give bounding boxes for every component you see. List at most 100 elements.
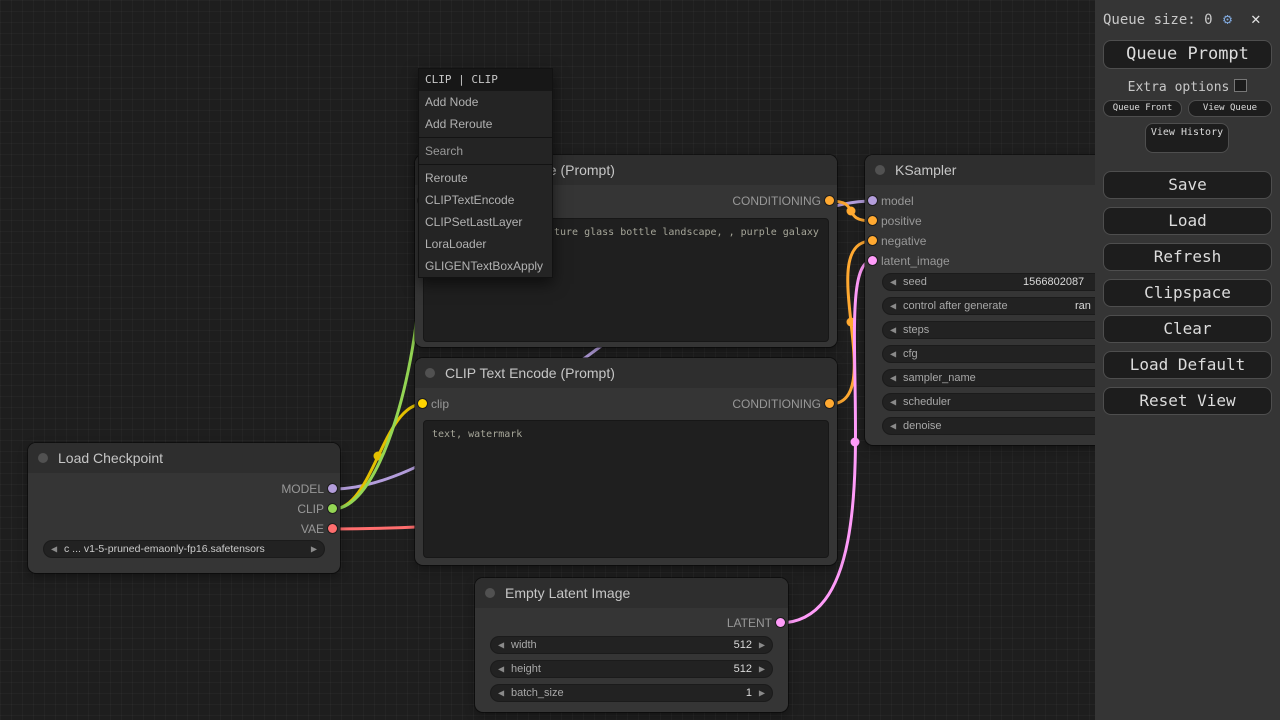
slot-label: clip [431,397,449,411]
slot-row: clip CONDITIONING [415,394,837,414]
node-title: CLIP Text Encode (Prompt) [445,365,615,381]
node-title-bar[interactable]: CLIP Text Encode (Prompt) [415,358,837,388]
close-sidebar-icon[interactable]: ✕ [1251,9,1261,28]
view-history-button[interactable]: View History [1145,123,1229,153]
increment-arrow-icon[interactable]: ▶ [759,689,765,698]
slot-label: CONDITIONING [732,194,821,208]
decrement-arrow-icon[interactable]: ◀ [890,302,896,311]
collapse-dot-icon[interactable] [875,165,885,175]
slot-row: MODEL [28,479,340,499]
height-widget[interactable]: ◀ height 512 ▶ [491,661,772,677]
widget-label: control after generate [903,300,1008,312]
negative-prompt-textarea[interactable]: text, watermark [423,420,829,558]
slot-label: VAE [301,522,324,536]
widget-label: cfg [903,348,918,360]
prompt-text: text, watermark [432,429,522,440]
menu-separator [419,162,552,167]
widget-label: scheduler [903,396,951,408]
prev-arrow-icon[interactable]: ◀ [890,374,896,383]
widget-value: ran [1075,300,1091,312]
collapse-dot-icon[interactable] [425,368,435,378]
latent-output-slot[interactable] [776,618,785,627]
load-default-button[interactable]: Load Default [1103,351,1272,379]
slot-row: VAE [28,519,340,539]
decrement-arrow-icon[interactable]: ◀ [498,689,504,698]
extra-options-label: Extra options [1128,80,1230,95]
widget-value: 512 [734,639,752,651]
slot-label: MODEL [281,482,324,496]
widget-label: height [511,663,541,675]
collapse-dot-icon[interactable] [38,453,48,463]
increment-arrow-icon[interactable]: ▶ [759,665,765,674]
collapse-dot-icon[interactable] [485,588,495,598]
queue-size-label: Queue size: 0 [1103,12,1213,28]
decrement-arrow-icon[interactable]: ◀ [498,665,504,674]
menu-item-add-node[interactable]: Add Node [419,91,552,113]
negative-input-slot[interactable] [868,236,877,245]
widget-label: width [511,639,537,651]
decrement-arrow-icon[interactable]: ◀ [890,350,896,359]
extra-options-row: Extra options [1095,79,1280,95]
node-title-bar[interactable]: Empty Latent Image [475,578,788,608]
menu-item-cliptextencode[interactable]: CLIPTextEncode [419,189,552,211]
latent-image-input-slot[interactable] [868,256,877,265]
queue-prompt-button[interactable]: Queue Prompt [1103,40,1272,69]
widget-label: steps [903,324,929,336]
menu-item-reroute[interactable]: Reroute [419,167,552,189]
menu-item-loraloader[interactable]: LoraLoader [419,233,552,255]
conditioning-output-slot[interactable] [825,196,834,205]
node-title: Load Checkpoint [58,450,163,466]
save-button[interactable]: Save [1103,171,1272,199]
node-load-checkpoint[interactable]: Load Checkpoint MODEL CLIP VAE ◀ c ... v… [28,443,340,573]
batch-size-widget[interactable]: ◀ batch_size 1 ▶ [491,685,772,701]
decrement-arrow-icon[interactable]: ◀ [890,278,896,287]
slot-label: positive [881,214,922,228]
node-clip-text-encode-2[interactable]: CLIP Text Encode (Prompt) clip CONDITION… [415,358,837,565]
model-input-slot[interactable] [868,196,877,205]
node-graph-canvas[interactable]: Load Checkpoint MODEL CLIP VAE ◀ c ... v… [0,0,1280,720]
menu-item-clipsetlastlayer[interactable]: CLIPSetLastLayer [419,211,552,233]
clipspace-button[interactable]: Clipspace [1103,279,1272,307]
refresh-button[interactable]: Refresh [1103,243,1272,271]
load-button[interactable]: Load [1103,207,1272,235]
decrement-arrow-icon[interactable]: ◀ [498,641,504,650]
settings-gear-icon[interactable]: ⚙ [1223,10,1232,28]
slot-label: model [881,194,914,208]
clear-button[interactable]: Clear [1103,315,1272,343]
menu-item-gligentextboxapply[interactable]: GLIGENTextBoxApply [419,255,552,277]
slot-row: LATENT [475,613,788,633]
wire-positive-middot [847,207,856,216]
clip-input-slot[interactable] [418,399,427,408]
prev-arrow-icon[interactable]: ◀ [890,398,896,407]
model-output-slot[interactable] [328,484,337,493]
ckpt-name-widget[interactable]: ◀ c ... v1-5-pruned-emaonly-fp16.safeten… [44,541,324,557]
widget-value: 1566802087 [1023,276,1084,288]
next-arrow-icon[interactable]: ▶ [311,545,317,554]
queue-sidebar: Queue size: 0 ⚙ ✕ Queue Prompt Extra opt… [1095,0,1280,720]
widget-label: denoise [903,420,942,432]
view-queue-button[interactable]: View Queue [1188,100,1272,117]
widget-label: batch_size [511,687,564,699]
decrement-arrow-icon[interactable]: ◀ [890,422,896,431]
prompt-text: ture glass bottle landscape, , purple ga… [554,227,819,238]
context-menu-title: CLIP | CLIP [419,69,552,91]
width-widget[interactable]: ◀ width 512 ▶ [491,637,772,653]
vae-output-slot[interactable] [328,524,337,533]
menu-item-add-reroute[interactable]: Add Reroute [419,113,552,135]
extra-options-checkbox[interactable] [1234,79,1247,92]
slot-row: CLIP [28,499,340,519]
node-title: KSampler [895,162,956,178]
node-title-bar[interactable]: Load Checkpoint [28,443,340,473]
slot-label: negative [881,234,926,248]
queue-front-button[interactable]: Queue Front [1103,100,1182,117]
widget-value: 1 [746,687,752,699]
conditioning-output-slot[interactable] [825,399,834,408]
increment-arrow-icon[interactable]: ▶ [759,641,765,650]
decrement-arrow-icon[interactable]: ◀ [890,326,896,335]
reset-view-button[interactable]: Reset View [1103,387,1272,415]
menu-search-filter[interactable]: Search [419,140,552,162]
positive-input-slot[interactable] [868,216,877,225]
clip-output-slot[interactable] [328,504,337,513]
prev-arrow-icon[interactable]: ◀ [51,545,57,554]
node-empty-latent-image[interactable]: Empty Latent Image LATENT ◀ width 512 ▶ … [475,578,788,712]
